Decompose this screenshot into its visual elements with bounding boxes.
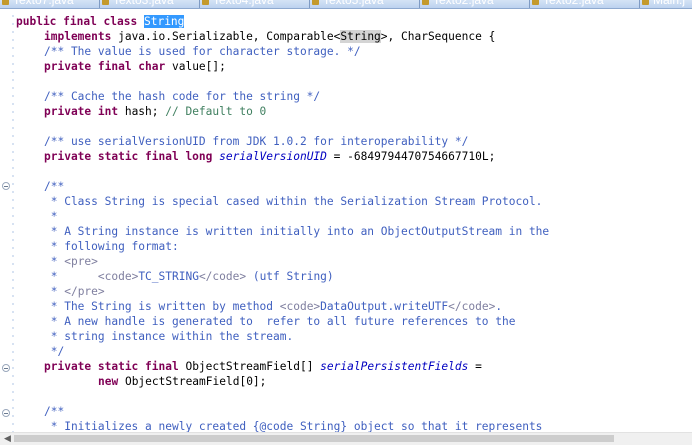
code-line: * string instance within the stream. — [44, 330, 294, 343]
code-line: /** use serialVersionUID from JDK 1.0.2 … — [44, 135, 469, 148]
code-line: implements java.io.Serializable, Compara… — [44, 30, 496, 43]
editor-gutter — [0, 9, 12, 432]
editor-tab[interactable]: Texto2.java — [530, 0, 640, 8]
fold-toggle-icon[interactable] — [2, 182, 10, 190]
scroll-left-icon[interactable]: ◀ — [4, 434, 11, 444]
code-line: /** Cache the hash code for the string *… — [44, 90, 321, 103]
fold-toggle-icon[interactable] — [2, 364, 10, 372]
editor-tab[interactable]: Texto5.java — [310, 0, 420, 8]
java-file-icon — [202, 0, 209, 5]
editor-tab[interactable]: Main.j — [640, 0, 692, 8]
code-line: * A String instance is written initially… — [44, 225, 550, 238]
code-line: * — [44, 210, 58, 223]
code-line: * Class String is special cased within t… — [44, 195, 543, 208]
editor-tab-label: Main.j — [653, 0, 686, 7]
editor-tab-label: Texto2.java — [433, 0, 494, 7]
editor-tab-label: Texto4.java — [213, 0, 274, 7]
code-line: private final char value[]; — [44, 60, 226, 73]
code-editor[interactable]: public final class String implements jav… — [16, 9, 692, 432]
horizontal-scrollbar[interactable]: ◀ — [0, 432, 692, 445]
code-line: new ObjectStreamField[0]; — [98, 375, 267, 388]
code-line: */ — [44, 345, 65, 358]
scrollbar-thumb[interactable] — [14, 435, 614, 442]
java-file-icon — [532, 0, 539, 5]
code-line: private static final ObjectStreamField[]… — [44, 360, 482, 373]
code-line: * </pre> — [44, 285, 105, 298]
editor-tab[interactable]: Texto3.java — [100, 0, 200, 8]
code-line: private static final long serialVersionU… — [44, 150, 496, 163]
editor-tab[interactable]: Texto2.java — [420, 0, 530, 8]
code-line: /** — [44, 405, 65, 418]
code-line: /** The value is used for character stor… — [44, 45, 361, 58]
code-line: * A new handle is generated to refer to … — [44, 315, 516, 328]
code-line: private int hash; // Default to 0 — [44, 105, 267, 118]
code-line: * <pre> — [44, 255, 98, 268]
editor-tab[interactable]: Texto4.java — [200, 0, 310, 8]
java-file-icon — [422, 0, 429, 5]
java-file-icon — [102, 0, 109, 5]
fold-toggle-icon[interactable] — [2, 409, 10, 417]
overview-ruler — [12, 9, 14, 432]
code-line: * The String is written by method <code>… — [44, 300, 503, 313]
code-line: public final class String — [16, 15, 185, 28]
java-file-icon — [2, 0, 9, 5]
editor-tab-label: Texto3.java — [113, 0, 174, 7]
occurrence-highlight: String — [340, 30, 381, 43]
editor-tab-label: Texto7.java — [13, 0, 74, 7]
code-line: /** — [44, 180, 65, 193]
editor-tab-label: Texto5.java — [323, 0, 384, 7]
editor-tab-label: Texto2.java — [543, 0, 604, 7]
code-line: * following format: — [44, 240, 179, 253]
code-line: * <code>TC_STRING</code> (utf String) — [44, 270, 334, 283]
java-file-icon — [312, 0, 319, 5]
editor-tab-bar: Texto7.java Texto3.java Texto4.java Texto5.… — [0, 0, 692, 9]
java-file-icon — [642, 0, 649, 5]
editor-tab[interactable]: Texto7.java — [0, 0, 100, 8]
code-line: * Initializes a newly created {@code Str… — [44, 420, 543, 432]
selected-text: String — [143, 15, 185, 28]
